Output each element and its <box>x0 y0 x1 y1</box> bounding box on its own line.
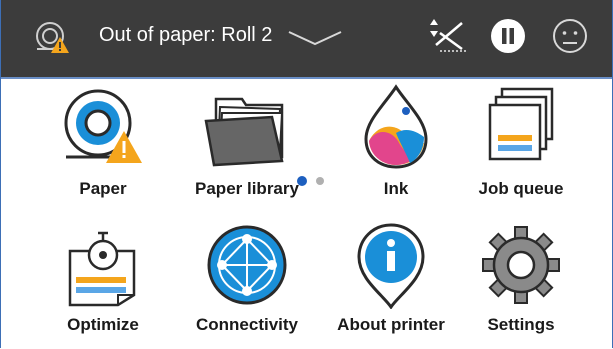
tile-label: About printer <box>337 315 445 334</box>
connectivity-tile[interactable]: Connectivity <box>172 219 322 349</box>
ink-drop-icon <box>364 84 428 169</box>
paper-library-tile[interactable]: Paper library <box>172 83 322 213</box>
network-globe-icon <box>207 225 287 305</box>
tile-label: Connectivity <box>195 315 299 334</box>
about-printer-tile[interactable]: About printer <box>316 219 466 349</box>
optimize-tile[interactable]: Optimize <box>28 219 178 349</box>
chevron-down-icon[interactable] <box>287 28 343 48</box>
face-icon[interactable] <box>549 15 591 57</box>
pause-icon[interactable] <box>487 15 529 57</box>
app-grid: Paper Paper library Ink Job queue Optimi… <box>1 79 612 348</box>
tile-label: Job queue <box>478 179 564 198</box>
status-bar: Out of paper: Roll 2 <box>1 0 612 79</box>
settings-tile[interactable]: Settings <box>446 219 596 349</box>
job-queue-icon <box>488 87 554 161</box>
tile-label: Optimize <box>67 315 139 334</box>
job-queue-tile[interactable]: Job queue <box>446 83 596 213</box>
info-pin-icon <box>357 223 425 309</box>
page-dot-active[interactable] <box>297 176 307 186</box>
paper-roll-warning-icon <box>64 89 142 163</box>
gear-icon <box>482 226 560 304</box>
roll-warning-icon[interactable] <box>34 19 70 55</box>
folder-stack-icon <box>204 97 284 167</box>
tile-label: Paper <box>79 179 127 198</box>
cutter-icon[interactable] <box>426 15 468 57</box>
tile-label: Settings <box>487 315 555 334</box>
status-message: Out of paper: Roll 2 <box>99 24 273 46</box>
printer-home-screen: Out of paper: Roll 2 Paper Paper library… <box>0 0 613 348</box>
paper-tile[interactable]: Paper <box>28 83 178 213</box>
optimize-icon <box>68 231 136 307</box>
